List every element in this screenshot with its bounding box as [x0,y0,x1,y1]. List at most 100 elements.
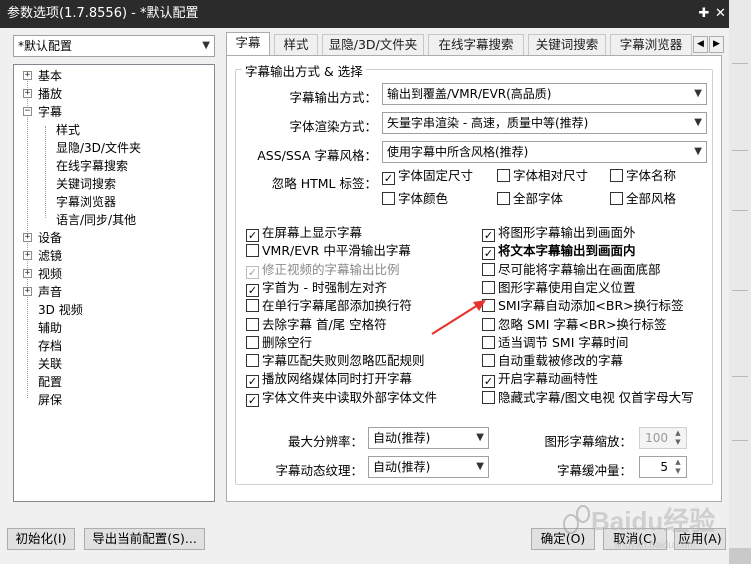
option-checkbox[interactable]: 忽略 SMI 字幕<BR>换行标签 [482,317,667,333]
init-button[interactable]: 初始化(I) [7,528,75,550]
tree-item[interactable]: 基本 [38,67,62,85]
option-checkbox[interactable]: VMR/EVR 中平滑输出字幕 [246,243,411,259]
option-checkbox[interactable]: 尽可能将字幕输出在画面底部 [482,262,661,278]
cancel-button[interactable]: 取消(C) [603,528,667,550]
ignore-html-checkbox[interactable]: 字体名称 [610,168,676,184]
ignore-html-checkbox[interactable]: 全部字体 [497,191,563,207]
option-checkbox[interactable]: 去除字幕 首/尾 空格符 [246,317,387,333]
expand-icon[interactable]: + [23,89,32,98]
tab-scroll-right-button[interactable]: ▶ [709,36,724,53]
checkbox-icon[interactable] [482,262,495,276]
option-checkbox[interactable]: 字幕匹配失败则忽略匹配规则 [246,353,425,369]
tree-item[interactable]: 字幕 [38,103,62,121]
checkbox-icon[interactable] [246,299,259,313]
spin-arrows-icon[interactable]: ▲ ▼ [671,429,685,447]
collapse-icon[interactable]: − [23,107,32,116]
checkbox-icon[interactable] [246,317,259,331]
option-checkbox[interactable]: ✓ 将文本字幕输出到画面内 [482,243,636,261]
font-render-select[interactable]: 矢量字串渲染 - 高速，质量中等(推荐) ▼ [382,112,707,134]
export-config-button[interactable]: 导出当前配置(S)... [84,528,205,550]
close-icon[interactable]: ✕ [712,0,729,28]
spin-arrows-icon[interactable]: ▲ ▼ [671,458,685,476]
tree-item[interactable]: 滤镜 [38,247,62,265]
checkbox-icon[interactable] [497,169,510,182]
tree-item[interactable]: 视频 [38,265,62,283]
tree-item[interactable]: 存档 [38,337,62,355]
ignore-html-checkbox[interactable]: 字体相对尺寸 [497,168,588,184]
tree-item[interactable]: 样式 [56,121,80,139]
tree-item[interactable]: 3D 视频 [38,301,83,319]
expand-icon[interactable]: + [23,269,32,278]
pin-icon[interactable]: ✚ [696,0,712,28]
tree-item[interactable]: 声音 [38,283,62,301]
checkbox-icon[interactable] [482,390,495,404]
tree-item[interactable]: 关键词搜索 [56,175,116,193]
tree-item[interactable]: 设备 [38,229,62,247]
checkbox-icon[interactable] [482,280,495,294]
checkbox-icon[interactable] [246,354,259,368]
option-checkbox[interactable]: ✓ 开启字幕动画特性 [482,371,598,389]
category-tree[interactable]: + 基本 + 播放 − 字幕 样式 显隐/3D/文件夹 在线字幕搜索 关键词搜索 字幕浏览器 语言/同… [13,64,215,502]
checkbox-icon[interactable] [610,192,623,205]
option-checkbox[interactable]: 适当调节 SMI 字幕时间 [482,335,628,351]
ignore-html-checkbox[interactable]: 字体颜色 [382,191,448,207]
checkbox-checked-icon[interactable]: ✓ [482,247,495,261]
tree-item[interactable]: 配置 [38,373,62,391]
tab-scroll-left-button[interactable]: ◀ [693,36,708,53]
tree-item[interactable]: 播放 [38,85,62,103]
option-checkbox[interactable]: 隐藏式字幕/图文电视 仅首字母大写 [482,390,694,406]
checkbox-checked-icon[interactable]: ✓ [246,375,259,389]
option-checkbox[interactable]: ✓ 字首为 - 时强制左对齐 [246,280,387,297]
checkbox-checked-icon[interactable]: ✓ [246,229,259,242]
expand-icon[interactable]: + [23,287,32,296]
tree-item[interactable]: 关联 [38,355,62,373]
checkbox-icon[interactable] [610,169,623,182]
ignore-html-checkbox[interactable]: ✓ 字体固定尺寸 [382,168,473,185]
expand-icon[interactable]: + [23,71,32,80]
ass-style-select[interactable]: 使用字幕中所含风格(推荐) ▼ [382,141,707,163]
option-checkbox[interactable]: 删除空行 [246,335,312,351]
option-checkbox[interactable]: SMI字幕自动添加<BR>换行标签 [482,298,684,314]
tree-item[interactable]: 辅助 [38,319,62,337]
option-checkbox[interactable]: 在单行字幕尾部添加换行符 [246,298,412,314]
ok-button[interactable]: 确定(O) [531,528,595,550]
option-checkbox[interactable]: ✓ 在屏幕上显示字幕 [246,225,362,242]
tab-3[interactable]: 在线字幕搜索 [428,34,524,56]
checkbox-checked-icon[interactable]: ✓ [482,229,495,242]
ignore-html-checkbox[interactable]: 全部风格 [610,191,676,207]
option-checkbox[interactable]: ✓ 将图形字幕输出到画面外 [482,225,636,242]
dynamic-texture-select[interactable]: 自动(推荐) ▼ [368,456,489,478]
tab-5[interactable]: 字幕浏览器 [610,34,692,56]
buffer-spinner[interactable]: 5 ▲ ▼ [639,456,687,478]
checkbox-icon[interactable] [246,335,259,349]
checkbox-icon[interactable] [382,192,395,205]
checkbox-icon[interactable] [482,354,495,368]
tree-item[interactable]: 屏保 [38,391,62,409]
max-resolution-select[interactable]: 自动(推荐) ▼ [368,427,489,449]
expand-icon[interactable]: + [23,251,32,260]
tree-item[interactable]: 字幕浏览器 [56,193,116,211]
output-mode-select[interactable]: 输出到覆盖/VMR/EVR(高品质) ▼ [382,83,707,105]
option-checkbox[interactable]: ✓ 播放网络媒体同时打开字幕 [246,371,412,389]
option-checkbox[interactable]: 图形字幕使用自定义位置 [482,280,636,296]
checkbox-checked-icon[interactable]: ✓ [246,265,259,279]
profile-select[interactable]: *默认配置 ▼ [13,35,215,57]
checkbox-checked-icon[interactable]: ✓ [482,375,495,389]
expand-icon[interactable]: + [23,233,32,242]
checkbox-icon[interactable] [497,192,510,205]
checkbox-checked-icon[interactable]: ✓ [382,172,395,185]
apply-button[interactable]: 应用(A) [674,528,726,550]
tab-2[interactable]: 显隐/3D/文件夹 [322,34,424,56]
option-checkbox[interactable]: ✓ 字体文件夹中读取外部字体文件 [246,390,437,407]
image-scale-spinner[interactable]: 100 ▲ ▼ [639,427,687,449]
tab-1[interactable]: 样式 [274,34,318,56]
checkbox-icon[interactable] [246,244,259,258]
tab-4[interactable]: 关键词搜索 [528,34,606,56]
tree-item[interactable]: 在线字幕搜索 [56,157,128,175]
checkbox-checked-icon[interactable]: ✓ [246,283,259,297]
tab-0[interactable]: 字幕 [226,32,270,56]
option-checkbox[interactable]: ✓ 修正视频的字幕输出比例 [246,262,400,279]
option-checkbox[interactable]: 自动重载被修改的字幕 [482,353,623,369]
checkbox-checked-icon[interactable]: ✓ [246,393,259,407]
tree-item[interactable]: 显隐/3D/文件夹 [56,139,141,157]
